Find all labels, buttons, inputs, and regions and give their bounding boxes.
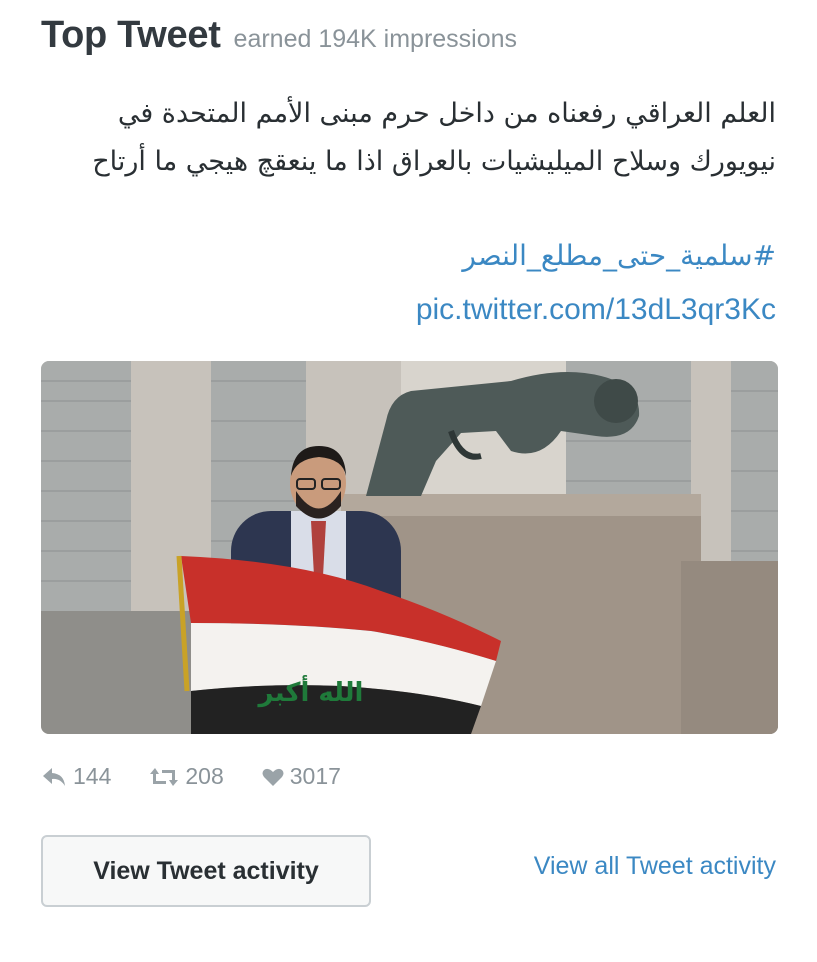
like-action[interactable]: 3017 <box>262 763 341 790</box>
tweet-photo[interactable]: الله أكبر <box>41 361 778 734</box>
tweet-text: العلم العراقي رفعناه من داخل حرم مبنى ال… <box>92 98 776 177</box>
header: Top Tweet earned 194K impressions <box>41 14 517 57</box>
like-count: 3017 <box>289 763 341 789</box>
reply-action[interactable]: 144 <box>41 763 111 790</box>
retweet-icon <box>150 767 179 786</box>
impressions-subtitle: earned 194K impressions <box>233 25 518 53</box>
retweet-count: 208 <box>185 763 224 789</box>
reply-icon <box>43 767 65 786</box>
heart-icon <box>262 768 284 786</box>
photo-image: الله أكبر <box>41 361 778 734</box>
retweet-action[interactable]: 208 <box>149 763 224 790</box>
pic-link[interactable]: pic.twitter.com/13dL3qr3Kc <box>416 289 776 331</box>
view-tweet-activity-button[interactable]: View Tweet activity <box>41 835 371 907</box>
reply-count: 144 <box>73 763 112 789</box>
tweet-stats: 144 208 3017 <box>41 763 379 790</box>
page-title: Top Tweet <box>41 14 221 56</box>
hashtag-link[interactable]: #سلمية_حتى_مطلع_النصر <box>462 236 776 276</box>
view-all-tweet-activity-link[interactable]: View all Tweet activity <box>534 852 776 881</box>
flag-takbir: الله أكبر <box>257 675 364 708</box>
